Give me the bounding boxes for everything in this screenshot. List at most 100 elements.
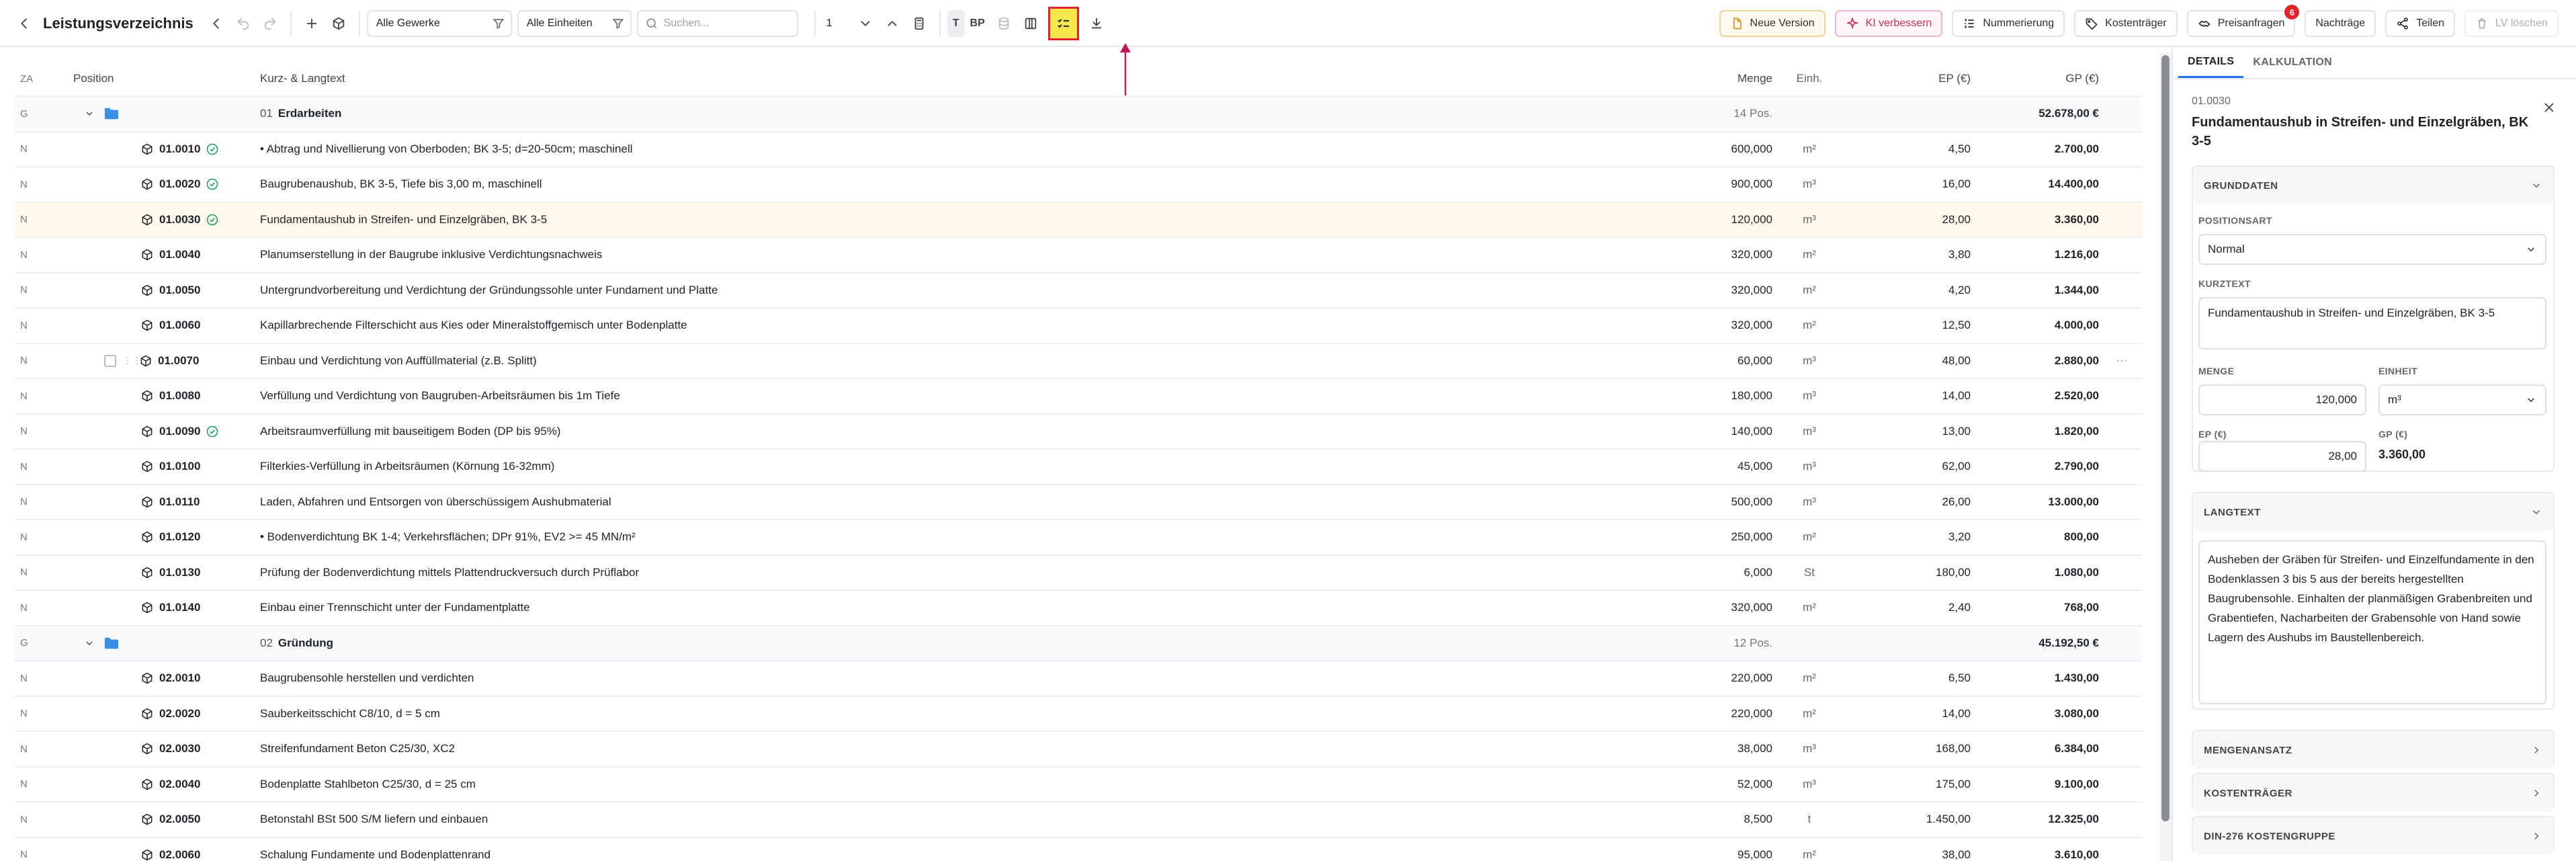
einheit-cell[interactable]: m² xyxy=(1772,601,1846,614)
tab-details[interactable]: DETAILS xyxy=(2178,47,2244,78)
toggle-bp[interactable]: BP xyxy=(965,10,990,37)
einheit-cell[interactable]: m² xyxy=(1772,142,1846,156)
einheit-cell[interactable]: m³ xyxy=(1772,354,1846,368)
header-text[interactable]: Kurz- & Langtext xyxy=(260,72,1651,85)
table-row[interactable]: N 01.0100 Filterkies-Verfüllung in Arbeits… xyxy=(15,450,2142,485)
menge-cell[interactable]: 220,000 xyxy=(1651,707,1772,721)
table-row[interactable]: N 02.0040 Bodenplatte Stahlbeton C25/30, d… xyxy=(15,768,2142,803)
section-grunddaten-header[interactable]: GRUNDDATEN xyxy=(2193,167,2553,204)
group-row[interactable]: G 02 Gründung 12 Pos. 45.192,50 € xyxy=(15,626,2142,661)
menge-input[interactable]: 120,000 xyxy=(2198,384,2366,415)
einheit-cell[interactable]: m² xyxy=(1772,530,1846,544)
menge-cell[interactable]: 60,000 xyxy=(1651,354,1772,368)
menge-cell[interactable]: 52,000 xyxy=(1651,778,1772,791)
ep-input[interactable]: 28,00 xyxy=(2198,441,2366,472)
database-icon[interactable] xyxy=(990,10,1017,37)
section-mengenansatz-header[interactable]: MENGENANSATZ xyxy=(2193,731,2553,769)
kurztext-cell[interactable]: Fundamentaushub in Streifen- und Einzelg… xyxy=(260,213,1651,227)
calculator-icon[interactable] xyxy=(906,10,933,37)
einheit-cell[interactable]: m² xyxy=(1772,707,1846,721)
einheiten-filter[interactable]: Alle Einheiten xyxy=(517,10,632,37)
ep-cell[interactable]: 48,00 xyxy=(1846,354,1971,368)
chevron-down-icon[interactable] xyxy=(84,108,95,119)
toggle-t[interactable]: T xyxy=(947,10,965,37)
ep-cell[interactable]: 16,00 xyxy=(1846,177,1971,191)
ep-cell[interactable]: 168,00 xyxy=(1846,742,1971,755)
menge-cell[interactable]: 600,000 xyxy=(1651,142,1772,156)
ep-cell[interactable]: 13,00 xyxy=(1846,425,1971,438)
kurztext-cell[interactable]: Laden, Abfahren und Entsorgen von übersc… xyxy=(260,495,1651,509)
download-icon[interactable] xyxy=(1083,10,1110,37)
table-row[interactable]: N ⋮⋮ 01.0070 Einbau und Verdichtung von Auf… xyxy=(15,344,2142,379)
menge-cell[interactable]: 320,000 xyxy=(1651,284,1772,297)
page-number[interactable]: 1 xyxy=(822,17,852,30)
ep-cell[interactable]: 4,20 xyxy=(1846,284,1971,297)
table-row[interactable]: N 02.0010 Baugrubensohle herstellen und ve… xyxy=(15,661,2142,697)
menge-cell[interactable]: 6,000 xyxy=(1651,566,1772,579)
header-menge[interactable]: Menge xyxy=(1651,72,1772,85)
chevron-down-icon[interactable] xyxy=(852,10,879,37)
preisanfragen-button[interactable]: Preisanfragen 6 xyxy=(2186,5,2300,37)
chevron-up-icon[interactable] xyxy=(879,10,906,37)
kurztext-field[interactable]: Fundamentaushub in Streifen- und Einzelg… xyxy=(2198,297,2546,350)
numbering-button[interactable]: Nummerierung xyxy=(1952,10,2065,37)
einheit-cell[interactable]: m³ xyxy=(1772,460,1846,473)
scrollbar-thumb[interactable] xyxy=(2161,55,2170,821)
more-icon[interactable]: ⋯ xyxy=(2116,354,2128,367)
tab-kalkulation[interactable]: KALKULATION xyxy=(2243,47,2342,78)
einheit-cell[interactable]: m³ xyxy=(1772,389,1846,403)
ep-cell[interactable]: 2,40 xyxy=(1846,601,1971,614)
kurztext-cell[interactable]: Bodenplatte Stahlbeton C25/30, d = 25 cm xyxy=(260,778,1651,791)
table-row[interactable]: N 02.0050 Betonstahl BSt 500 S/M liefern u… xyxy=(15,803,2142,838)
table-row[interactable]: N 02.0060 Schalung Fundamente und Bodenpla… xyxy=(15,838,2142,861)
prev-chevron-icon[interactable] xyxy=(203,10,230,37)
delete-lv-button[interactable]: LV löschen xyxy=(2464,10,2559,37)
header-za[interactable]: ZA xyxy=(15,73,45,85)
einheit-select[interactable]: m³ xyxy=(2378,384,2546,415)
kurztext-cell[interactable]: Einbau einer Trennschicht unter der Fund… xyxy=(260,601,1651,614)
table-row[interactable]: N 01.0140 Einbau einer Trennschicht unter … xyxy=(15,591,2142,626)
kurztext-cell[interactable]: Kapillarbrechende Filterschicht aus Kies… xyxy=(260,319,1651,332)
gewerke-filter[interactable]: Alle Gewerke xyxy=(366,10,512,37)
menge-cell[interactable]: 38,000 xyxy=(1651,742,1772,755)
redo-icon[interactable] xyxy=(257,10,284,37)
einheit-cell[interactable]: t xyxy=(1772,813,1846,826)
einheit-cell[interactable]: St xyxy=(1772,566,1846,579)
checklist-icon[interactable] xyxy=(1047,7,1079,40)
columns-icon[interactable] xyxy=(1017,10,1044,37)
kurztext-cell[interactable]: Untergrundvorbereitung und Verdichtung d… xyxy=(260,284,1651,297)
section-langtext-header[interactable]: LANGTEXT xyxy=(2193,493,2553,531)
search-input[interactable]: Suchen... xyxy=(636,10,798,37)
new-version-button[interactable]: Neue Version xyxy=(1719,10,1826,37)
ep-cell[interactable]: 62,00 xyxy=(1846,460,1971,473)
einheit-cell[interactable]: m³ xyxy=(1772,213,1846,227)
menge-cell[interactable]: 140,000 xyxy=(1651,425,1772,438)
kurztext-cell[interactable]: Schalung Fundamente und Bodenplattenrand xyxy=(260,848,1651,861)
ep-cell[interactable]: 4,50 xyxy=(1846,142,1971,156)
kurztext-cell[interactable]: Prüfung der Bodenverdichtung mittels Pla… xyxy=(260,566,1651,579)
menge-cell[interactable]: 95,000 xyxy=(1651,848,1772,861)
menge-cell[interactable]: 45,000 xyxy=(1651,460,1772,473)
ep-cell[interactable]: 14,00 xyxy=(1846,707,1971,721)
undo-icon[interactable] xyxy=(230,10,257,37)
table-row[interactable]: N 02.0020 Sauberkeitsschicht C8/10, d = 5 … xyxy=(15,697,2142,732)
ep-cell[interactable]: 6,50 xyxy=(1846,671,1971,685)
einheit-cell[interactable]: m³ xyxy=(1772,177,1846,191)
table-row[interactable]: N 01.0030 Fundamentaushub in Streifen- und… xyxy=(15,202,2142,238)
einheit-cell[interactable]: m³ xyxy=(1772,778,1846,791)
ki-improve-button[interactable]: KI verbessern xyxy=(1834,10,1943,37)
table-row[interactable]: N 01.0050 Untergrundvorbereitung und Verdi… xyxy=(15,274,2142,309)
drag-handle-icon[interactable]: ⋮⋮ xyxy=(123,355,142,366)
menge-cell[interactable]: 180,000 xyxy=(1651,389,1772,403)
table-row[interactable]: N 01.0080 Verfüllung und Verdichtung von B… xyxy=(15,379,2142,415)
kurztext-cell[interactable]: • Bodenverdichtung BK 1-4; Verkehrsfläch… xyxy=(260,530,1651,544)
ep-cell[interactable]: 14,00 xyxy=(1846,389,1971,403)
table-row[interactable]: N 01.0010 • Abtrag und Nivellierung von Ob… xyxy=(15,132,2142,167)
row-checkbox[interactable] xyxy=(104,354,116,367)
header-gp[interactable]: GP (€) xyxy=(1971,72,2102,85)
kurztext-cell[interactable]: Streifenfundament Beton C25/30, XC2 xyxy=(260,742,1651,755)
menge-cell[interactable]: 900,000 xyxy=(1651,177,1772,191)
header-position[interactable]: Position xyxy=(45,72,260,85)
menge-cell[interactable]: 320,000 xyxy=(1651,319,1772,332)
menge-cell[interactable]: 250,000 xyxy=(1651,530,1772,544)
